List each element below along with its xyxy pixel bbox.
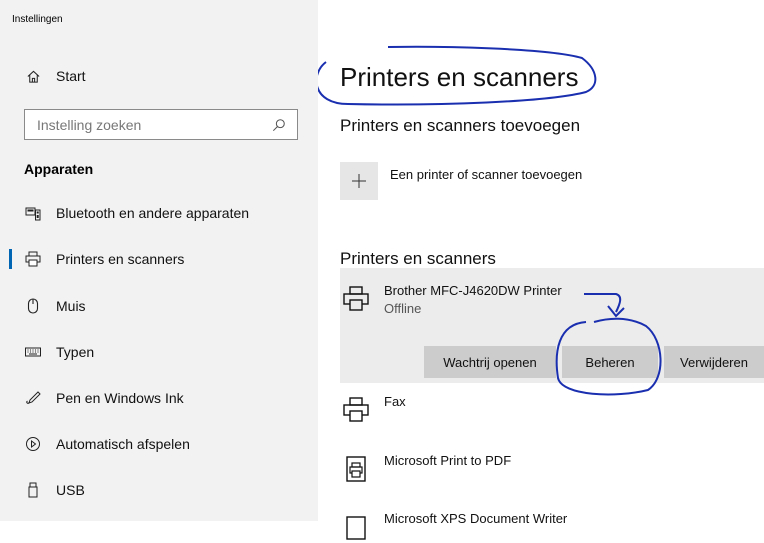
- app-title: Instellingen: [12, 14, 63, 25]
- printer-item[interactable]: Brother MFC-J4620DW Printer Offline: [340, 283, 562, 316]
- search-field[interactable]: [24, 109, 298, 140]
- sidebar-item-pen[interactable]: Pen en Windows Ink: [0, 378, 318, 418]
- printer-item[interactable]: Microsoft XPS Document Writer: [340, 511, 567, 543]
- pen-icon: [24, 389, 42, 407]
- printer-item[interactable]: Fax: [340, 394, 406, 426]
- section-heading: Apparaten: [24, 161, 94, 177]
- printer-icon: [24, 250, 42, 268]
- sidebar-item-typing[interactable]: Typen: [0, 332, 318, 372]
- printer-icon: [340, 283, 372, 315]
- list-section-title: Printers en scanners: [340, 249, 496, 268]
- home-icon: [24, 67, 42, 85]
- printer-name: Microsoft XPS Document Writer: [384, 511, 568, 526]
- sidebar-item-bluetooth[interactable]: Bluetooth en andere apparaten: [0, 193, 318, 233]
- add-printer-label: Een printer of scanner toevoegen: [390, 167, 583, 182]
- sidebar-item-label: Typen: [56, 344, 95, 360]
- sidebar: Instellingen Start Apparaten Bluetooth e…: [0, 0, 318, 521]
- sidebar-item-label: Automatisch afspelen: [56, 436, 190, 452]
- fax-icon: [340, 394, 372, 426]
- add-printer-button[interactable]: Een printer of scanner toevoegen: [340, 162, 582, 200]
- mouse-icon: [24, 297, 42, 315]
- sidebar-item-label: Pen en Windows Ink: [56, 390, 184, 406]
- printer-name: Microsoft Print to PDF: [384, 453, 512, 468]
- xps-printer-icon: [340, 511, 372, 543]
- printer-name: Fax: [384, 394, 406, 409]
- sidebar-item-label: Bluetooth en andere apparaten: [56, 205, 250, 221]
- printer-name: Brother MFC-J4620DW Printer: [384, 283, 562, 298]
- sidebar-item-label: Start: [56, 68, 86, 84]
- printer-item[interactable]: Microsoft Print to PDF: [340, 453, 511, 485]
- add-section-title: Printers en scanners toevoegen: [340, 116, 581, 135]
- search-input[interactable]: [35, 115, 269, 134]
- sidebar-item-label: Muis: [56, 298, 86, 314]
- printer-status: Offline: [384, 301, 422, 316]
- autoplay-icon: [24, 435, 42, 453]
- manage-button[interactable]: Beheren: [562, 346, 658, 378]
- keyboard-icon: [24, 343, 42, 361]
- open-queue-button[interactable]: Wachtrij openen: [424, 346, 556, 378]
- sidebar-item-autoplay[interactable]: Automatisch afspelen: [0, 424, 318, 464]
- sidebar-item-label: USB: [56, 482, 85, 498]
- usb-icon: [24, 481, 42, 499]
- sidebar-item-label: Printers en scanners: [56, 251, 185, 267]
- remove-button[interactable]: Verwijderen: [664, 346, 764, 378]
- sidebar-item-printers[interactable]: Printers en scanners: [0, 239, 318, 279]
- page-title: Printers en scanners: [340, 62, 579, 92]
- main-content: Printers en scanners Printers en scanner…: [318, 0, 764, 540]
- plus-icon: [340, 162, 378, 200]
- sidebar-item-start[interactable]: Start: [0, 56, 318, 96]
- sidebar-item-mouse[interactable]: Muis: [0, 286, 318, 326]
- search-icon[interactable]: [269, 115, 289, 135]
- pdf-printer-icon: [340, 453, 372, 485]
- bluetooth-devices-icon: [24, 204, 42, 222]
- sidebar-item-usb[interactable]: USB: [0, 470, 318, 510]
